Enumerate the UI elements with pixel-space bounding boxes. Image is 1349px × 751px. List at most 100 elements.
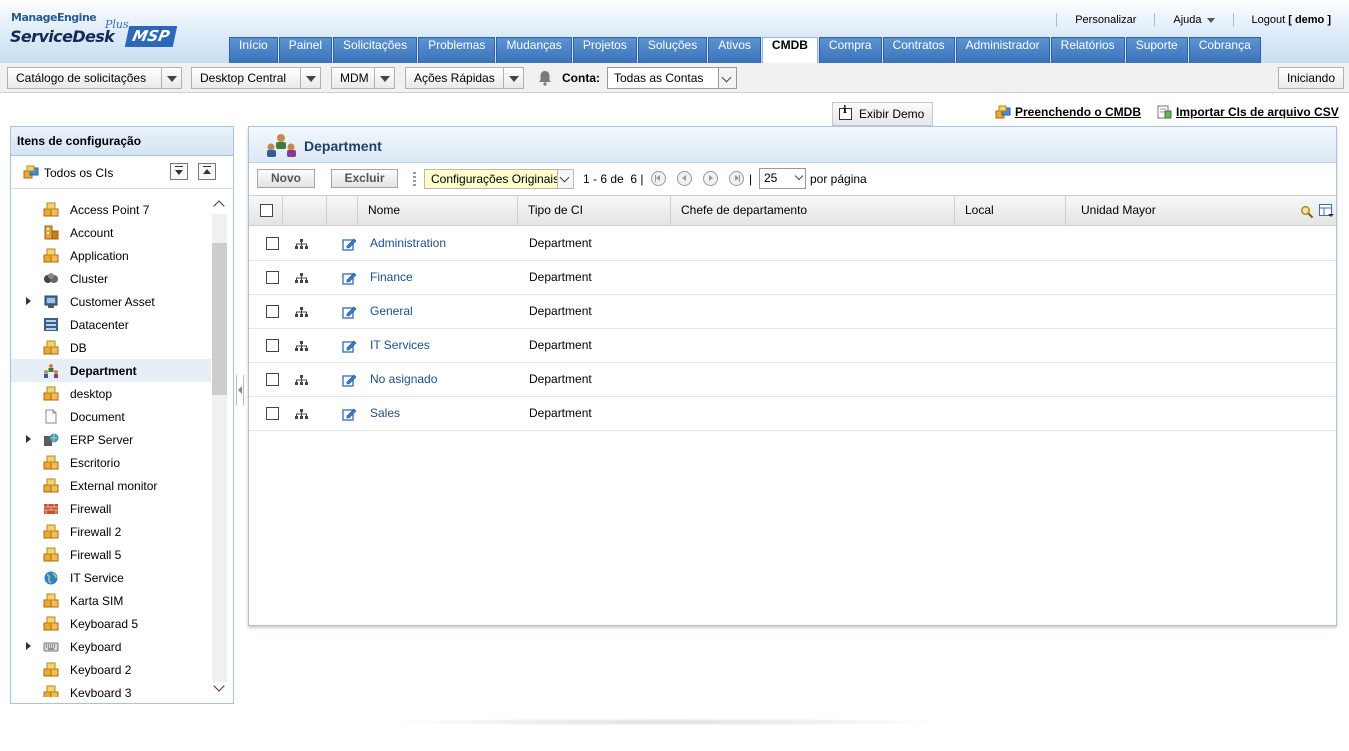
edit-icon[interactable] [342, 373, 357, 387]
importar-csv-link[interactable]: Importar CIs de arquivo CSV [1157, 105, 1339, 119]
tree-scrollbar[interactable] [212, 198, 227, 698]
first-page-icon[interactable] [651, 171, 666, 186]
relationship-icon[interactable] [295, 341, 308, 351]
tree-item[interactable]: Keyboarad 5 [11, 612, 211, 635]
column-header-local[interactable]: Local [955, 196, 1066, 225]
tab-relatorios[interactable]: Relatórios [1050, 37, 1125, 63]
column-header-tipo[interactable]: Tipo de CI [518, 196, 671, 225]
view-select[interactable]: Configurações Originais [424, 169, 574, 189]
mdm-dropdown[interactable]: MDM [331, 67, 395, 89]
tab-compra[interactable]: Compra [818, 37, 882, 63]
relationship-icon[interactable] [295, 409, 308, 419]
acoes-rapidas-dropdown[interactable]: Ações Rápidas [405, 67, 524, 89]
tree-item[interactable]: Customer Asset [11, 290, 211, 313]
ci-name-link[interactable]: No asignado [370, 372, 437, 386]
tree-item[interactable]: Document [11, 405, 211, 428]
scroll-down-icon[interactable] [213, 680, 225, 692]
row-checkbox[interactable] [266, 305, 279, 318]
column-chooser-icon[interactable] [1319, 204, 1334, 219]
product-logo[interactable]: ManageEngine ServiceDesk Plus MSP [10, 9, 180, 55]
relationship-icon[interactable] [295, 375, 308, 385]
tree-item[interactable]: Keyboard 3 [11, 681, 211, 697]
excluir-button[interactable]: Excluir [331, 169, 398, 188]
tab-painel[interactable]: Painel [278, 37, 333, 63]
tree-item[interactable]: Account [11, 221, 211, 244]
tree-item[interactable]: External monitor [11, 474, 211, 497]
chevron-right-icon[interactable] [26, 642, 31, 650]
collapse-all-icon[interactable] [198, 163, 216, 180]
edit-icon[interactable] [342, 339, 357, 353]
tab-suporte[interactable]: Suporte [1125, 37, 1188, 63]
tree-item[interactable]: Karta SIM [11, 589, 211, 612]
scroll-up-icon[interactable] [213, 200, 225, 212]
chevron-right-icon[interactable] [26, 297, 31, 305]
row-checkbox[interactable] [266, 373, 279, 386]
todos-os-cis-item[interactable]: Todos os CIs [11, 156, 233, 189]
tab-ativos[interactable]: Ativos [708, 37, 761, 63]
edit-icon[interactable] [342, 271, 357, 285]
preenchendo-cmdb-link[interactable]: Preenchendo o CMDB [995, 105, 1141, 119]
tab-mudancas[interactable]: Mudanças [496, 37, 572, 63]
panel-splitter[interactable] [236, 375, 244, 405]
exibir-demo-button[interactable]: Exibir Demo [832, 102, 933, 126]
tree-item[interactable]: DB [11, 336, 211, 359]
expand-all-icon[interactable] [170, 163, 188, 180]
conta-select[interactable]: Todas as Contas [607, 67, 737, 89]
tree-item[interactable]: ERP Server [11, 428, 211, 451]
chevron-right-icon[interactable] [26, 435, 31, 443]
last-page-icon[interactable] [729, 171, 744, 186]
row-checkbox[interactable] [266, 237, 279, 250]
row-checkbox[interactable] [266, 407, 279, 420]
page-size-select[interactable]: 25 [759, 168, 806, 189]
next-page-icon[interactable] [703, 171, 718, 186]
tab-contratos[interactable]: Contratos [882, 37, 955, 63]
relationship-icon[interactable] [295, 273, 308, 283]
column-header-chefe[interactable]: Chefe de departamento [671, 196, 955, 225]
ci-name-link[interactable]: General [370, 304, 413, 318]
tab-projetos[interactable]: Projetos [572, 37, 637, 63]
scrollbar-thumb[interactable] [212, 243, 227, 395]
ci-name-link[interactable]: IT Services [370, 338, 430, 352]
tree-item[interactable]: Keyboard 2 [11, 658, 211, 681]
catalog-dropdown[interactable]: Catálogo de solicitações [7, 67, 182, 89]
tree-item[interactable]: Department [11, 359, 211, 382]
row-checkbox[interactable] [266, 339, 279, 352]
tab-problemas[interactable]: Problemas [418, 37, 496, 63]
row-checkbox[interactable] [266, 271, 279, 284]
ci-name-link[interactable]: Sales [370, 406, 400, 420]
prev-page-icon[interactable] [677, 171, 692, 186]
ajuda-menu[interactable]: Ajuda [1155, 14, 1232, 26]
column-header-nome[interactable]: Nome [358, 196, 518, 225]
relationship-icon[interactable] [295, 239, 308, 249]
edit-icon[interactable] [342, 237, 357, 251]
personalizar-link[interactable]: Personalizar [1057, 14, 1154, 26]
tab-administrador[interactable]: Administrador [955, 37, 1050, 63]
bell-icon[interactable] [537, 70, 553, 86]
tree-item[interactable]: IT Service [11, 566, 211, 589]
desktop-central-dropdown[interactable]: Desktop Central [191, 67, 321, 89]
tree-item[interactable]: Escritorio [11, 451, 211, 474]
tree-item[interactable]: Keyboard [11, 635, 211, 658]
edit-icon[interactable] [342, 305, 357, 319]
relationship-icon[interactable] [295, 307, 308, 317]
tree-item[interactable]: Access Point 7 [11, 198, 211, 221]
tree-item[interactable]: Datacenter [11, 313, 211, 336]
column-header-unidad[interactable]: Unidad Mayor [1066, 196, 1336, 225]
select-all-checkbox[interactable] [260, 204, 273, 217]
logout-link[interactable]: Logout [ demo ] [1234, 14, 1349, 26]
iniciando-button[interactable]: Iniciando [1278, 67, 1344, 89]
tree-item[interactable]: Firewall [11, 497, 211, 520]
tab-inicio[interactable]: Início [229, 37, 278, 63]
tree-item[interactable]: Cluster [11, 267, 211, 290]
ci-name-link[interactable]: Administration [370, 236, 446, 250]
search-icon[interactable] [1300, 205, 1314, 219]
tab-cobranca[interactable]: Cobrança [1188, 37, 1261, 63]
tree-item[interactable]: Application [11, 244, 211, 267]
ci-name-link[interactable]: Finance [370, 270, 413, 284]
edit-icon[interactable] [342, 407, 357, 421]
tree-item[interactable]: Firewall 5 [11, 543, 211, 566]
novo-button[interactable]: Novo [257, 169, 315, 188]
tab-cmdb[interactable]: CMDB [761, 37, 818, 63]
tab-solicitacoes[interactable]: Solicitações [333, 37, 418, 63]
tree-item[interactable]: desktop [11, 382, 211, 405]
